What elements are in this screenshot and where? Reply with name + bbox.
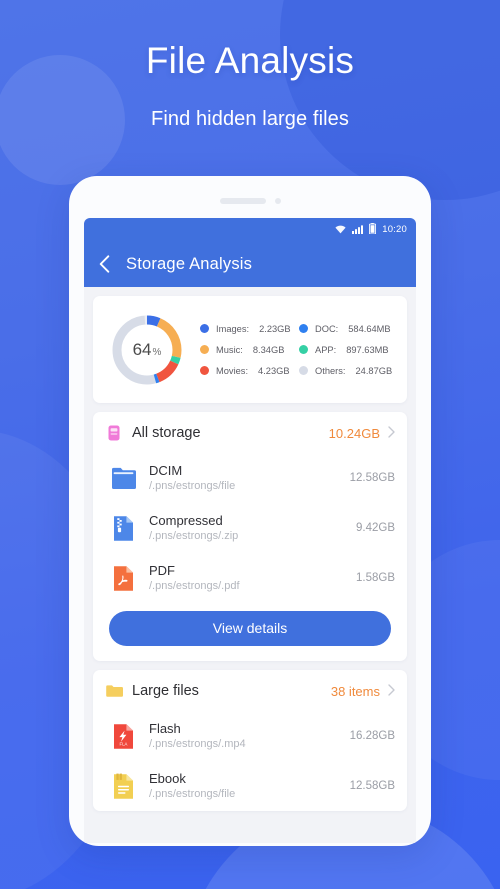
list-item-text: Ebook /.pns/estrongs/file: [149, 770, 350, 803]
file-size: 9.42GB: [356, 522, 395, 534]
file-size: 16.28GB: [349, 730, 395, 742]
earpiece-speaker: [219, 198, 266, 204]
legend-value: 4.23GB: [258, 365, 290, 376]
list-item[interactable]: FLA Flash /.pns/estrongs/.mp4 16.28GB: [93, 711, 407, 761]
file-name: DCIM: [149, 462, 183, 478]
file-path: /.pns/estrongs/.zip: [149, 530, 239, 543]
chevron-right-icon[interactable]: [388, 684, 395, 698]
page-subtitle: Find hidden large files: [151, 108, 349, 130]
file-name: Flash: [149, 720, 181, 736]
file-path: /.pns/estrongs/file: [149, 480, 236, 493]
legend-label: Others:: [315, 365, 346, 376]
legend-value: 24.87GB: [355, 365, 393, 376]
legend-color-dot: [299, 366, 308, 375]
flash-file-icon: FLA: [111, 722, 136, 751]
large-files-title: Large files: [132, 683, 199, 699]
view-details-container: View details: [93, 603, 407, 661]
file-name: PDF: [149, 562, 175, 578]
phone-mockup: 10:20 Storage Analysis 64 % Images: 2.23…: [69, 176, 431, 846]
all-storage-card: All storage 10.24GB DCIM /.pns/estrongs/…: [93, 412, 407, 661]
storage-summary-card: 64% Images: 2.23GB DOC: 584.64MB Music: …: [93, 296, 407, 403]
page-title: File Analysis: [145, 40, 355, 81]
list-item[interactable]: DCIM /.pns/estrongs/file 12.58GB: [93, 453, 407, 503]
legend-value: 2.23GB: [259, 323, 291, 334]
list-item[interactable]: Compressed /.pns/estrongs/.zip 9.42GB: [93, 503, 407, 553]
view-details-button[interactable]: View details: [109, 611, 391, 646]
legend-value: 897.63MB: [346, 344, 389, 355]
svg-text:FLA: FLA: [120, 741, 128, 746]
file-size: 12.58GB: [349, 472, 395, 484]
legend-item: DOC: 584.64MB: [299, 324, 394, 334]
legend-color-dot: [200, 366, 209, 375]
large-files-header[interactable]: Large files 38 items: [93, 670, 407, 711]
file-name: Ebook: [149, 770, 186, 786]
all-storage-title: All storage: [132, 425, 201, 441]
phone-top-hardware: [69, 198, 431, 204]
ebook-file-icon: [111, 772, 136, 801]
zip-file-icon: [111, 514, 136, 543]
legend-label: Music:: [216, 344, 243, 355]
legend-item: Images: 2.23GB: [200, 324, 295, 334]
legend-value: 8.34GB: [252, 344, 285, 355]
list-item-text: PDF /.pns/estrongs/.pdf: [149, 562, 356, 595]
legend-label: APP:: [315, 344, 337, 355]
list-item-text: Compressed /.pns/estrongs/.zip: [149, 512, 356, 545]
file-path: /.pns/estrongs/.mp4: [149, 738, 246, 751]
donut-percent-value: 64: [132, 339, 152, 359]
legend-item: APP: 897.63MB: [299, 345, 394, 355]
file-size: 12.58GB: [349, 780, 395, 792]
wifi-icon: [335, 221, 346, 239]
large-files-card: Large files 38 items FLA Flash /.pns/est…: [93, 670, 407, 811]
legend-color-dot: [299, 345, 308, 354]
legend-item: Others: 24.87GB: [299, 366, 394, 376]
file-path: /.pns/estrongs/.pdf: [149, 580, 240, 593]
status-bar: 10:20: [84, 218, 416, 241]
decorative-circle-top-right: [280, 0, 500, 200]
legend-label: Images:: [216, 323, 250, 334]
legend-value: 584.64MB: [348, 323, 391, 334]
donut-center-label: 64%: [108, 311, 186, 389]
poster-stage: File Analysis Find hidden large files 10…: [0, 0, 500, 889]
file-path: /.pns/estrongs/file: [149, 788, 236, 801]
legend-label: DOC:: [315, 323, 339, 334]
front-camera-icon: [274, 198, 281, 204]
legend-label: Movies:: [216, 365, 249, 376]
donut-percent-symbol: %: [152, 346, 162, 358]
legend-color-dot: [200, 324, 209, 333]
battery-icon: [369, 221, 377, 239]
folder-small-icon: [105, 682, 123, 700]
all-storage-header[interactable]: All storage 10.24GB: [93, 412, 407, 453]
legend-color-dot: [200, 345, 209, 354]
signal-icon: [352, 221, 364, 239]
phone-screen: 10:20 Storage Analysis 64 % Images: 2.23…: [84, 218, 416, 843]
back-chevron-icon[interactable]: [97, 254, 112, 274]
chevron-right-icon[interactable]: [388, 426, 395, 440]
storage-donut-chart: 64%: [108, 311, 186, 389]
list-item[interactable]: Ebook /.pns/estrongs/file 12.58GB: [93, 761, 407, 811]
storage-chip-icon: [105, 424, 123, 442]
screen-content: 64% Images: 2.23GB DOC: 584.64MB Music: …: [84, 287, 416, 843]
file-size: 1.58GB: [356, 572, 395, 584]
app-bar-title: Storage Analysis: [126, 254, 253, 273]
large-files-count: 38 items: [330, 683, 380, 699]
storage-legend: Images: 2.23GB DOC: 584.64MB Music: 8.34…: [186, 324, 396, 376]
legend-color-dot: [299, 324, 308, 333]
legend-item: Music: 8.34GB: [200, 345, 295, 355]
list-item[interactable]: PDF /.pns/estrongs/.pdf 1.58GB: [93, 553, 407, 603]
file-name: Compressed: [149, 512, 223, 528]
legend-item: Movies: 4.23GB: [200, 366, 295, 376]
all-storage-size: 10.24GB: [328, 425, 380, 441]
folder-icon: [111, 464, 136, 493]
status-clock: 10:20: [382, 224, 407, 235]
list-item-text: Flash /.pns/estrongs/.mp4: [149, 720, 350, 753]
app-bar: Storage Analysis: [84, 241, 416, 287]
pdf-file-icon: [111, 564, 136, 593]
list-item-text: DCIM /.pns/estrongs/file: [149, 462, 350, 495]
